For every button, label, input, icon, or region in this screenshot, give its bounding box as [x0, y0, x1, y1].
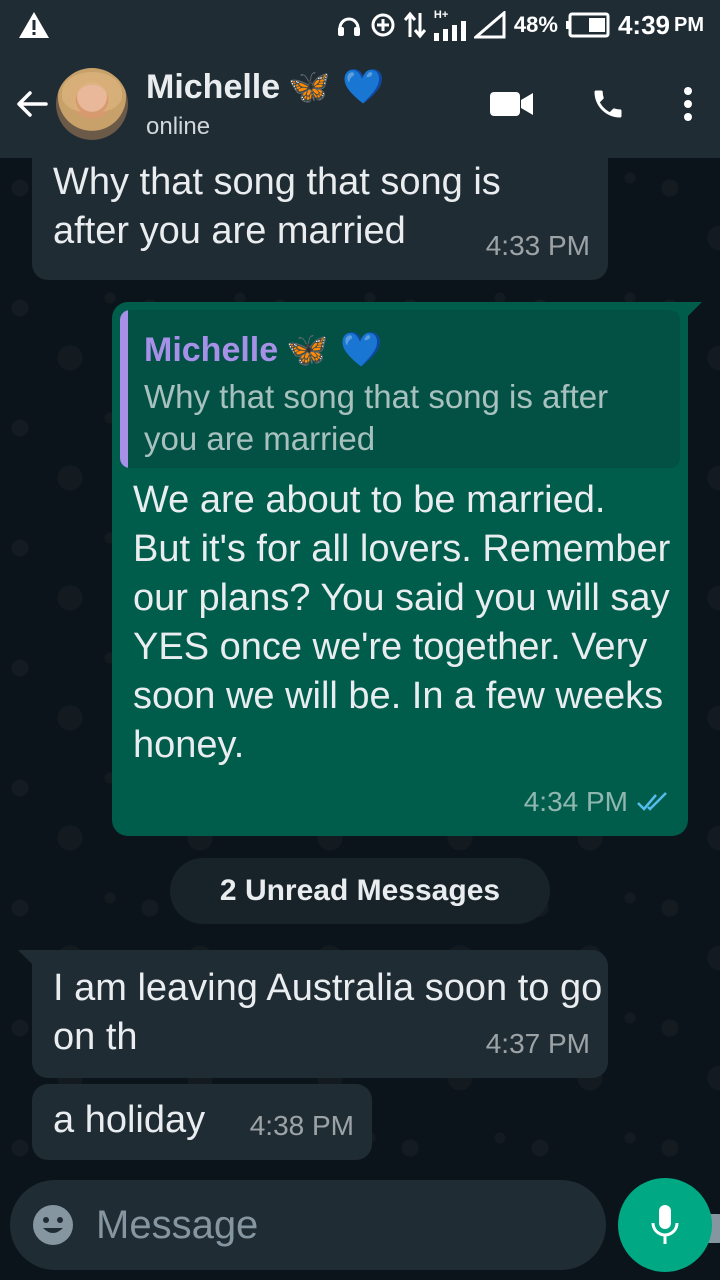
clock: 4:39 — [617, 9, 670, 40]
contact-info[interactable]: Michelle 🦋 💙 online — [146, 67, 464, 141]
quoted-author-emojis: 🦋 💙 — [286, 330, 383, 370]
emoji-button[interactable] — [32, 1204, 74, 1246]
warning-icon — [18, 10, 50, 40]
more-options-button[interactable] — [656, 69, 720, 139]
emoji-icon — [33, 1205, 73, 1245]
message-composer — [10, 1180, 720, 1270]
chat-header: Michelle 🦋 💙 online — [0, 50, 720, 158]
battery-icon — [565, 12, 610, 38]
contact-name: Michelle 🦋 💙 — [146, 67, 385, 107]
avatar[interactable] — [56, 68, 128, 140]
contact-presence: online — [146, 113, 211, 140]
chat-area[interactable]: Why that song that song is after you are… — [0, 158, 720, 1170]
message-time: 4:33 PM — [485, 230, 590, 261]
status-bar: H+ 48% 4:39 PM — [0, 0, 720, 50]
message-incoming[interactable]: Why that song that song is after you are… — [32, 158, 608, 280]
signal-empty-icon — [473, 11, 506, 39]
data-saver-icon — [370, 12, 396, 38]
message-time: 4:38 PM — [249, 1110, 354, 1141]
message-text: a holiday — [53, 1099, 206, 1141]
phone-icon — [594, 90, 622, 118]
message-meta: 4:34 PM — [524, 777, 670, 826]
voice-record-button[interactable] — [618, 1178, 712, 1272]
message-time: 4:34 PM — [523, 786, 628, 817]
headset-icon — [336, 12, 362, 38]
signal-icon: H+ — [433, 9, 466, 41]
video-call-icon — [490, 92, 533, 116]
message-incoming[interactable]: a holiday 4:38 PM — [32, 1084, 372, 1160]
more-vert-icon — [684, 87, 692, 121]
message-outgoing[interactable]: Michelle 🦋 💙 Why that song that song is … — [112, 302, 702, 836]
back-button[interactable] — [12, 74, 52, 134]
battery-percent: 48% — [513, 12, 558, 37]
message-input[interactable] — [96, 1202, 611, 1248]
double-check-icon — [637, 791, 667, 811]
quoted-message[interactable]: Michelle 🦋 💙 Why that song that song is … — [120, 310, 680, 468]
clock-ampm: PM — [674, 13, 704, 36]
quoted-author: Michelle 🦋 💙 — [144, 326, 383, 375]
unread-messages-banner: 2 Unread Messages — [170, 858, 550, 924]
message-text: We are about to be married. But it's for… — [133, 479, 671, 766]
message-incoming[interactable]: I am leaving Australia soon to go on th … — [18, 950, 608, 1078]
voice-call-button[interactable] — [560, 69, 656, 139]
data-arrows-icon — [403, 11, 426, 39]
message-time: 4:37 PM — [485, 1028, 590, 1059]
quoted-text: Why that song that song is after you are… — [144, 378, 609, 457]
back-arrow-icon — [17, 91, 48, 117]
mic-icon — [651, 1205, 679, 1244]
contact-name-emojis: 🦋 💙 — [288, 67, 385, 107]
video-call-button[interactable] — [464, 69, 560, 139]
